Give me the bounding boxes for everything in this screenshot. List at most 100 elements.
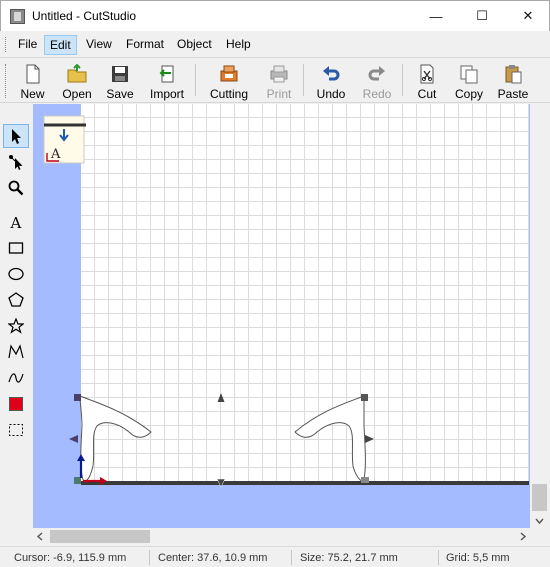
status-center: Center: 37.6, 10.9 mm: [158, 552, 268, 564]
menu-help[interactable]: Help: [221, 35, 256, 55]
baseline-tool-panel[interactable]: A: [43, 113, 86, 164]
polygon-icon: [8, 292, 24, 307]
color-fill-tool[interactable]: [3, 392, 29, 416]
status-grid: Grid: 5,5 mm: [446, 552, 510, 564]
redo-button[interactable]: Redo: [360, 61, 394, 102]
undo-label: Undo: [316, 87, 346, 101]
save-disk-icon: [112, 66, 128, 82]
print-icon: [270, 65, 288, 83]
select-arrow-tool[interactable]: [3, 124, 29, 148]
tool-palette: A: [3, 118, 30, 448]
handle-top-right[interactable]: [361, 394, 368, 401]
status-cursor: Cursor: -6.9, 115.9 mm: [14, 552, 127, 564]
vertical-scrollbar[interactable]: [530, 104, 549, 528]
horizontal-scroll-thumb[interactable]: [50, 530, 150, 543]
handle-top-left[interactable]: [74, 394, 81, 401]
menu-object[interactable]: Object: [172, 35, 217, 55]
handle-middle-left[interactable]: [69, 435, 78, 443]
menu-format[interactable]: Format: [121, 35, 169, 55]
minimize-button[interactable]: —: [413, 1, 459, 31]
right-curl-shape[interactable]: [294, 395, 366, 483]
left-curl-shape[interactable]: [79, 395, 152, 483]
handle-bottom-right[interactable]: [361, 477, 369, 483]
open-button[interactable]: Open: [58, 61, 96, 102]
workspace[interactable]: [33, 104, 549, 528]
save-button[interactable]: Save: [102, 61, 138, 102]
paste-button[interactable]: Paste: [494, 61, 532, 102]
print-button[interactable]: Print: [262, 61, 296, 102]
copy-icon: [460, 65, 478, 84]
polyline-tool[interactable]: [3, 340, 29, 364]
menu-grip[interactable]: [5, 37, 8, 52]
cutting-plotter-icon: [220, 65, 238, 82]
save-label: Save: [106, 87, 134, 101]
cut-button[interactable]: Cut: [412, 61, 442, 102]
undo-button[interactable]: Undo: [313, 61, 349, 102]
rectangle-icon: [8, 242, 24, 254]
new-button[interactable]: New: [15, 61, 50, 102]
toolbar-separator: [195, 64, 196, 96]
copy-button[interactable]: Copy: [451, 61, 487, 102]
scroll-left-icon[interactable]: [33, 528, 48, 545]
select-arrow-icon: [12, 129, 21, 144]
bezier-curve-icon: [8, 373, 24, 383]
svg-text:A: A: [10, 214, 22, 230]
status-separator: [291, 550, 292, 565]
import-button[interactable]: Import: [146, 61, 188, 102]
open-folder-icon: [67, 64, 87, 83]
zoom-tool[interactable]: [3, 176, 29, 200]
selection-frame-tool[interactable]: [3, 418, 29, 442]
status-separator: [149, 550, 150, 565]
close-button[interactable]: ✕: [505, 1, 550, 31]
handle-bottom-left[interactable]: [74, 477, 81, 484]
toolbar-grip[interactable]: [5, 64, 8, 98]
open-label: Open: [62, 87, 92, 101]
import-label: Import: [149, 87, 184, 101]
bezier-curve-tool[interactable]: [3, 366, 29, 390]
status-separator: [438, 550, 439, 565]
new-label: New: [20, 87, 45, 101]
paste-clipboard-icon: [505, 65, 522, 84]
print-label: Print: [266, 87, 292, 101]
node-edit-icon: [9, 155, 23, 170]
scroll-down-icon[interactable]: [530, 514, 549, 529]
window-title: Untitled - CutStudio: [32, 9, 137, 23]
undo-arrow-icon: [323, 66, 340, 81]
maximize-button[interactable]: ☐: [459, 1, 505, 31]
text-tool[interactable]: A: [3, 210, 29, 234]
text-icon: A: [10, 214, 22, 230]
main-toolbar: New Open Save Import Cutting Print Undo …: [0, 58, 550, 103]
menu-file[interactable]: File: [13, 35, 42, 55]
title-bar: Untitled - CutStudio — ☐ ✕: [0, 0, 550, 31]
toolbar-separator: [303, 64, 304, 96]
status-size: Size: 75.2, 21.7 mm: [300, 552, 398, 564]
color-fill-icon: [9, 397, 23, 411]
selection-frame-icon: [9, 424, 23, 436]
handle-bottom-center[interactable]: [216, 478, 226, 488]
cutting-button[interactable]: Cutting: [206, 61, 252, 102]
status-bar: Cursor: -6.9, 115.9 mm Center: 37.6, 10.…: [0, 546, 550, 567]
design-objects[interactable]: [33, 104, 549, 528]
vertical-scroll-thumb[interactable]: [532, 484, 547, 511]
zoom-icon: [8, 180, 24, 196]
handle-top-center[interactable]: [217, 393, 225, 402]
new-document-icon: [26, 64, 39, 84]
star-icon: [8, 318, 24, 334]
import-icon: [159, 65, 174, 83]
scroll-corner: [530, 528, 549, 545]
paste-label: Paste: [497, 87, 529, 101]
handle-middle-right[interactable]: [365, 435, 374, 443]
origin-x-arrowhead: [100, 477, 107, 485]
scroll-right-icon[interactable]: [515, 528, 530, 545]
node-edit-tool[interactable]: [3, 150, 29, 174]
polyline-icon: [8, 344, 24, 359]
ellipse-tool[interactable]: [3, 262, 29, 286]
rectangle-tool[interactable]: [3, 236, 29, 260]
redo-arrow-icon: [368, 66, 385, 81]
text-baseline-icon: A: [50, 147, 61, 162]
polygon-tool[interactable]: [3, 288, 29, 312]
menu-view[interactable]: View: [81, 35, 117, 55]
star-tool[interactable]: [3, 314, 29, 338]
cutting-label: Cutting: [209, 87, 249, 101]
menu-edit[interactable]: Edit: [44, 35, 77, 55]
